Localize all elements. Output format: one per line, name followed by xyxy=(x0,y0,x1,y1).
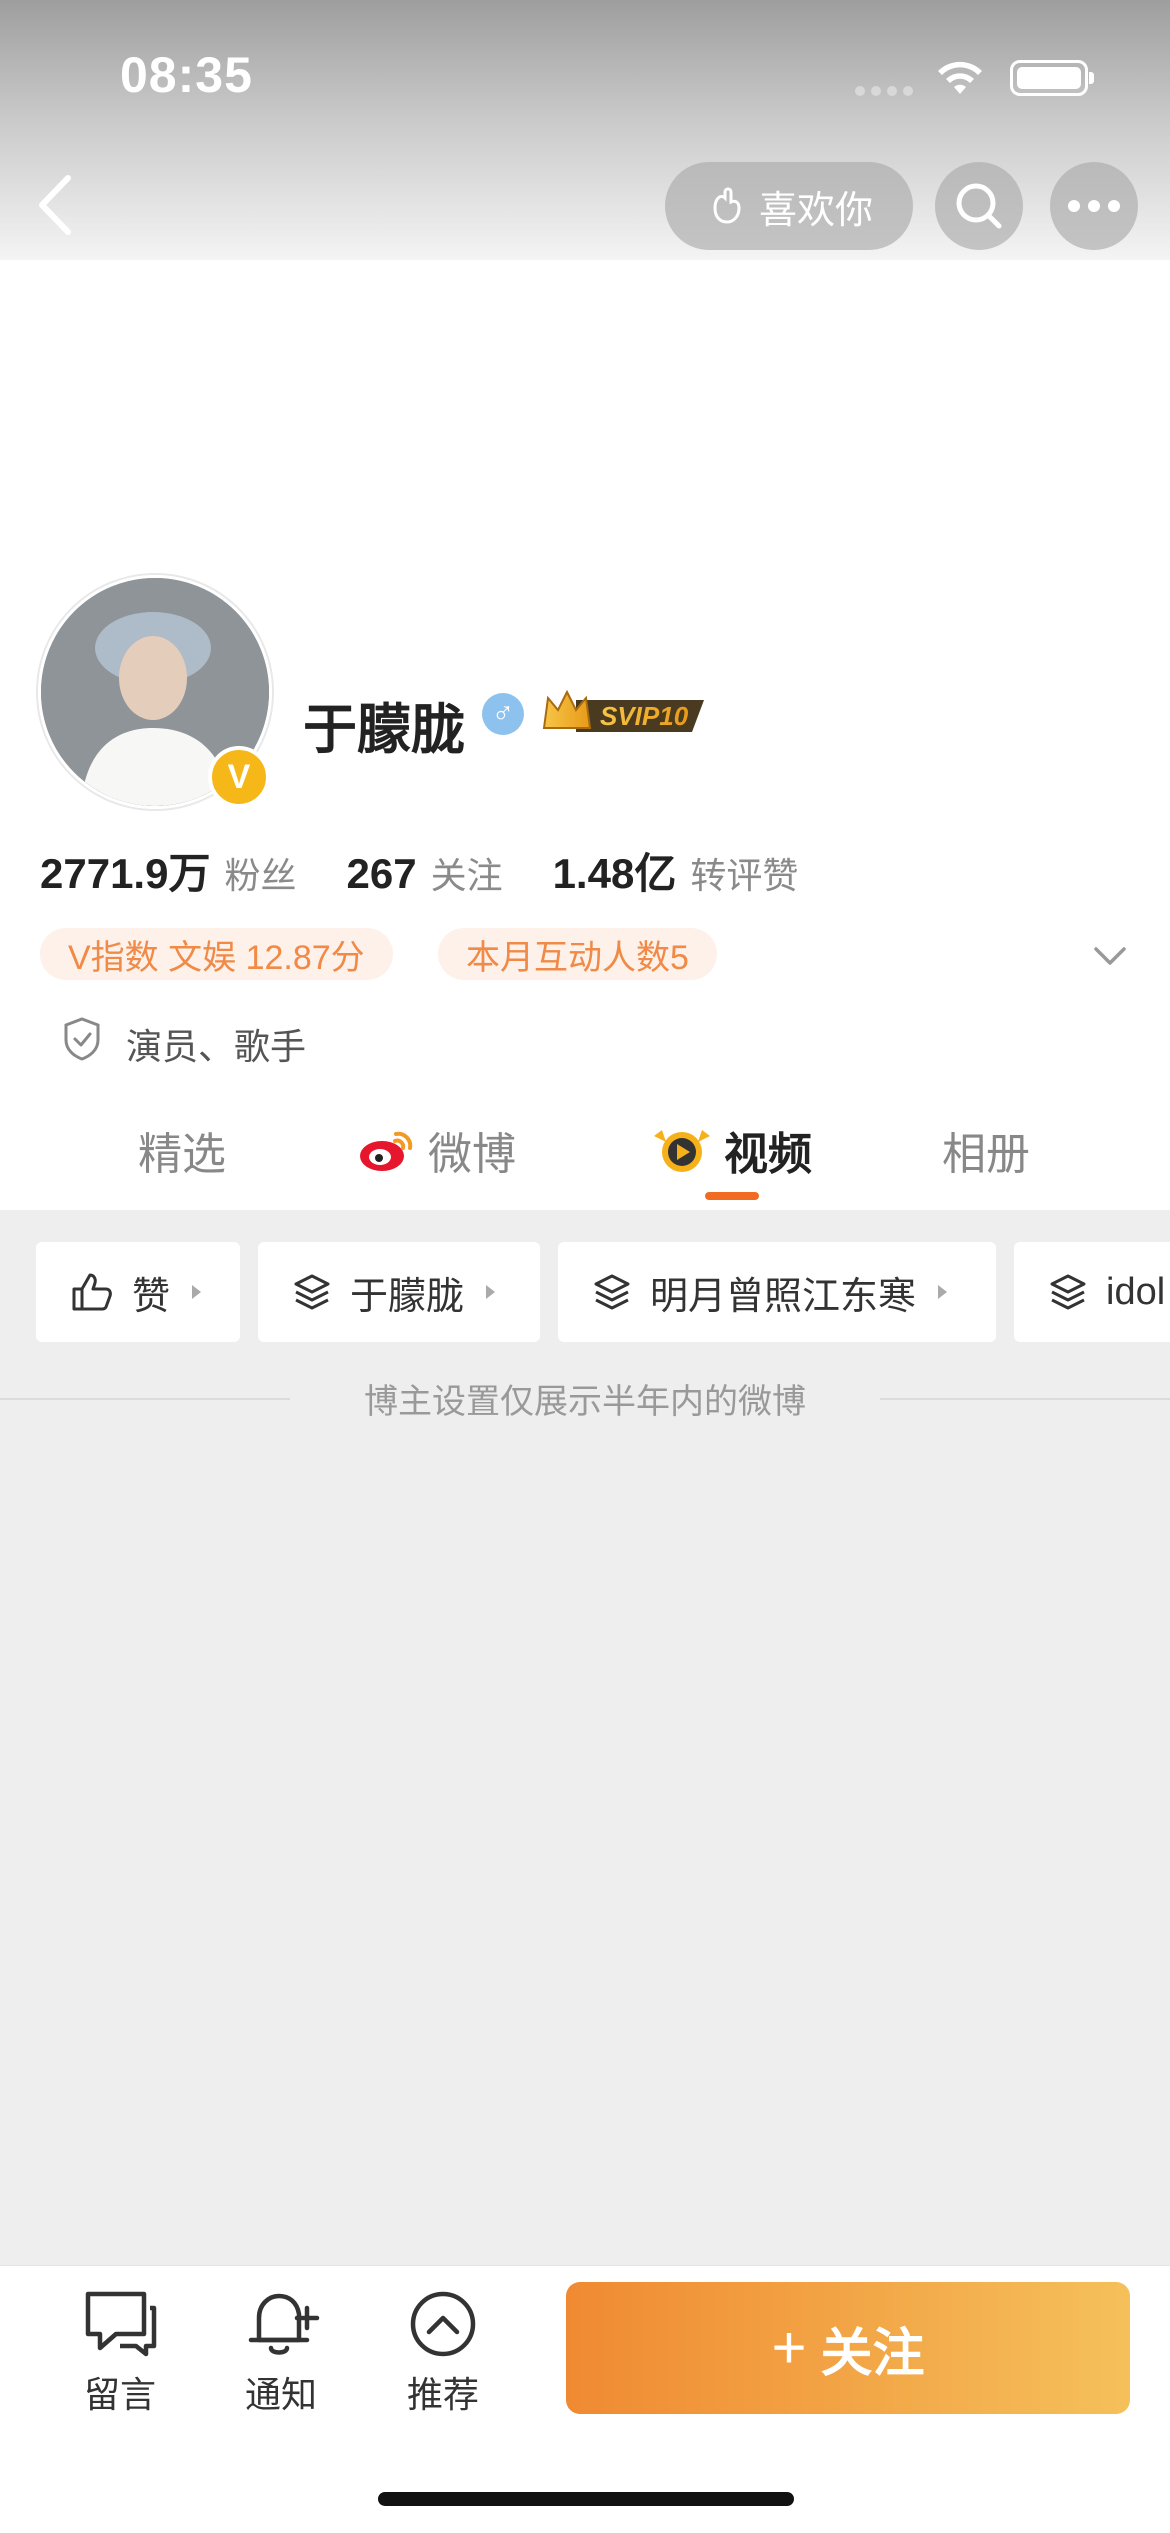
search-button[interactable] xyxy=(935,162,1023,250)
plus-icon: + xyxy=(771,2314,807,2381)
filter-chip-idol[interactable]: idol xyxy=(1014,1242,1170,1342)
tab-featured-label: 精选 xyxy=(138,1130,226,1179)
bell-plus-icon xyxy=(248,2293,320,2355)
profile-tabs: 精选 微博 视频 相册 xyxy=(0,1110,1170,1210)
layers-icon xyxy=(594,1274,630,1310)
video-logo-icon xyxy=(654,1130,710,1172)
svip-badge[interactable]: SVIP10 xyxy=(540,688,710,740)
message-button[interactable]: 留言 xyxy=(55,2288,185,2418)
layers-icon xyxy=(1050,1274,1086,1310)
chevron-up-circle-icon xyxy=(410,2291,476,2357)
svip-label: SVIP10 xyxy=(600,701,689,731)
following-label: 关注 xyxy=(430,855,503,896)
chip-arrow-icon xyxy=(938,1285,948,1299)
profile-stats: 2771.9万 粉丝 267 关注 1.48亿 转评赞 xyxy=(40,840,848,900)
v-index-tag[interactable]: V指数 文娱 12.87分 xyxy=(40,928,393,980)
like-you-button[interactable]: 喜欢你 xyxy=(665,162,913,250)
tab-video[interactable]: 视频 xyxy=(652,1110,812,1190)
home-indicator xyxy=(378,2492,794,2506)
filter-chip-like[interactable]: 赞 xyxy=(36,1242,240,1342)
search-icon xyxy=(956,183,1002,229)
more-button[interactable] xyxy=(1050,162,1138,250)
filter-chip-drama[interactable]: 明月曾照江东寒 xyxy=(558,1242,996,1342)
tab-album-label: 相册 xyxy=(942,1130,1030,1179)
chip-arrow-icon xyxy=(486,1285,496,1299)
notify-label: 通知 xyxy=(244,2374,317,2415)
tab-featured[interactable]: 精选 xyxy=(138,1110,226,1190)
shield-icon xyxy=(64,1017,100,1061)
back-chevron-icon[interactable] xyxy=(30,170,80,240)
message-label: 留言 xyxy=(83,2374,156,2415)
battery-icon xyxy=(1010,60,1094,96)
weibo-logo-icon xyxy=(360,1131,413,1171)
status-time: 08:35 xyxy=(120,47,253,103)
chevron-down-icon[interactable] xyxy=(1092,944,1128,968)
filter-chip-idol-label: idol xyxy=(1106,1270,1166,1313)
half-year-notice: 博主设置仅展示半年内的微博 xyxy=(364,1383,806,1421)
wifi-icon xyxy=(938,61,982,94)
thumbs-up-icon xyxy=(72,1273,112,1311)
profile-name: 于朦胧 xyxy=(303,700,465,760)
recommend-button[interactable]: 推荐 xyxy=(378,2288,508,2418)
notify-button[interactable]: 通知 xyxy=(216,2288,346,2418)
follow-label: 关注 xyxy=(820,2324,925,2383)
interaction-tag[interactable]: 本月互动人数5 xyxy=(438,928,717,980)
follow-button[interactable]: + 关注 xyxy=(566,2282,1130,2414)
filter-chip-like-label: 赞 xyxy=(132,1275,171,1318)
occupation-text: 演员、歌手 xyxy=(126,1026,307,1067)
tab-weibo-label: 微博 xyxy=(428,1130,516,1179)
male-gender-icon: ♂ xyxy=(482,693,524,735)
hand-heart-icon xyxy=(713,187,741,224)
feed-area xyxy=(0,1210,1170,2265)
tab-weibo[interactable]: 微博 xyxy=(356,1110,516,1190)
following-count[interactable]: 267 xyxy=(346,850,416,898)
verified-badge: V xyxy=(208,746,270,808)
filter-chip-name-label: 于朦胧 xyxy=(350,1275,465,1318)
recommend-label: 推荐 xyxy=(406,2374,479,2415)
tab-video-label: 视频 xyxy=(724,1130,812,1179)
fans-label: 粉丝 xyxy=(224,855,297,896)
fans-count[interactable]: 2771.9万 xyxy=(40,840,210,901)
more-dots-icon xyxy=(1068,200,1120,212)
like-you-label: 喜欢你 xyxy=(758,189,873,232)
filter-chip-name[interactable]: 于朦胧 xyxy=(258,1242,540,1342)
comment-bubble-icon xyxy=(85,2291,157,2357)
active-tab-indicator xyxy=(705,1192,759,1200)
reposts-likes-label: 转评赞 xyxy=(690,855,799,896)
tab-album[interactable]: 相册 xyxy=(942,1110,1030,1190)
layers-icon xyxy=(294,1274,330,1310)
filter-chip-drama-label: 明月曾照江东寒 xyxy=(650,1275,917,1318)
reposts-likes-count: 1.48亿 xyxy=(552,850,677,897)
signal-icon xyxy=(855,86,915,96)
chip-arrow-icon xyxy=(192,1285,202,1299)
